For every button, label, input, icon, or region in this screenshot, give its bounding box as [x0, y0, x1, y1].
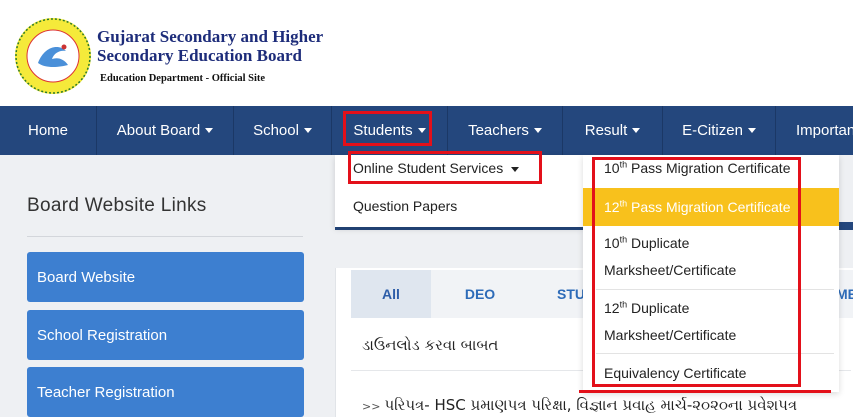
- caret-down-icon: [511, 166, 520, 172]
- item-text: Duplicate: [630, 235, 690, 251]
- nav-students[interactable]: Students: [332, 106, 448, 155]
- ordinal-suffix: th: [619, 159, 628, 170]
- menu-online-student-services-label: Online Student Services: [353, 160, 504, 176]
- ordinal-suffix: th: [619, 198, 628, 209]
- board-title-line1: Gujarat Secondary and Higher: [97, 27, 324, 46]
- ordinal-suffix: th: [619, 234, 628, 245]
- menu-question-papers[interactable]: Question Papers: [353, 198, 457, 214]
- caret-down-icon: [533, 128, 542, 133]
- item-number: 10: [604, 235, 620, 251]
- item-text: Duplicate: [630, 300, 690, 316]
- nav-teachers-label: Teachers: [468, 122, 529, 139]
- tab-students-label: STU: [557, 286, 585, 302]
- school-registration-label: School Registration: [37, 326, 168, 344]
- nav-teachers[interactable]: Teachers: [448, 106, 563, 155]
- menu-12th-duplicate-marksheet[interactable]: 12th Duplicate Marksheet/Certificate: [583, 295, 839, 349]
- item-number: 12: [604, 300, 620, 316]
- board-title: Gujarat Secondary and Higher Secondary E…: [97, 27, 323, 65]
- item-number: 12: [604, 199, 620, 215]
- tab-deo[interactable]: DEO: [440, 270, 520, 318]
- nav-students-label: Students: [353, 122, 413, 139]
- ordinal-suffix: th: [619, 299, 628, 310]
- notice-item[interactable]: >> પરિપત્ર- HSC પ્રમાણપત્ર પરિક્ષા, વિજ્ઞ…: [362, 396, 797, 414]
- gseb-logo-icon[interactable]: [14, 17, 92, 95]
- notice-item[interactable]: ડાઉનલોડ કરવા બાબત: [362, 336, 498, 354]
- board-title-line2: Secondary Education Board: [97, 46, 302, 65]
- school-registration-button[interactable]: School Registration: [27, 310, 304, 360]
- item-text: Equivalency Certificate: [604, 365, 747, 381]
- caret-down-icon: [417, 128, 426, 133]
- nav-e-citizen[interactable]: E-Citizen: [663, 106, 776, 155]
- menu-divider: [596, 289, 834, 290]
- caret-down-icon: [303, 128, 312, 133]
- site-header: Gujarat Secondary and Higher Secondary E…: [0, 0, 853, 106]
- board-website-button[interactable]: Board Website: [27, 252, 304, 302]
- nav-home[interactable]: Home: [0, 106, 97, 155]
- nav-school[interactable]: School: [234, 106, 332, 155]
- nav-school-label: School: [253, 122, 299, 139]
- nav-about-board[interactable]: About Board: [97, 106, 234, 155]
- item-text: Pass Migration Certificate: [630, 199, 791, 215]
- heading-divider: [27, 236, 303, 237]
- board-links-heading: Board Website Links: [27, 195, 207, 216]
- item-text-line2: Marksheet/Certificate: [604, 327, 737, 343]
- menu-online-student-services[interactable]: Online Student Services: [353, 160, 520, 176]
- menu-10th-duplicate-marksheet[interactable]: 10th Duplicate Marksheet/Certificate: [583, 230, 839, 284]
- tab-deo-label: DEO: [464, 286, 496, 302]
- nav-home-label: Home: [27, 122, 68, 139]
- nav-about-board-label: About Board: [116, 122, 201, 139]
- menu-10th-pass-migration[interactable]: 10th Pass Migration Certificate: [583, 155, 839, 182]
- board-website-label: Board Website: [37, 268, 136, 286]
- menu-question-papers-label: Question Papers: [353, 198, 458, 214]
- notice-text: પરિપત્ર- HSC પ્રમાણપત્ર પરિક્ષા, વિજ્ઞાન…: [384, 396, 798, 414]
- menu-divider: [596, 353, 834, 354]
- item-number: 10: [604, 160, 620, 176]
- tab-all-label: All: [382, 286, 400, 302]
- teacher-registration-button[interactable]: Teacher Registration: [27, 367, 304, 417]
- item-text: Pass Migration Certificate: [630, 160, 791, 176]
- item-text-line2: Marksheet/Certificate: [604, 262, 737, 278]
- nav-important-label: Important: [796, 122, 853, 139]
- nav-result-label: Result: [584, 122, 628, 139]
- notice-text: ડાઉનલોડ કરવા બાબત: [362, 336, 499, 354]
- teacher-registration-label: Teacher Registration: [37, 383, 175, 401]
- nav-important[interactable]: Important: [776, 106, 853, 155]
- caret-down-icon: [747, 128, 756, 133]
- nav-result[interactable]: Result: [563, 106, 663, 155]
- nav-e-citizen-label: E-Citizen: [682, 122, 743, 139]
- menu-equivalency-certificate[interactable]: Equivalency Certificate: [583, 360, 839, 387]
- caret-down-icon: [205, 128, 214, 133]
- caret-down-icon: [632, 128, 641, 133]
- tab-all[interactable]: All: [351, 270, 431, 318]
- main-nav: Home About Board School Students Teacher…: [0, 106, 853, 155]
- menu-12th-pass-migration[interactable]: 12th Pass Migration Certificate: [583, 188, 839, 226]
- board-subtitle: Education Department - Official Site: [100, 73, 266, 84]
- double-chevron-icon: >>: [362, 400, 381, 413]
